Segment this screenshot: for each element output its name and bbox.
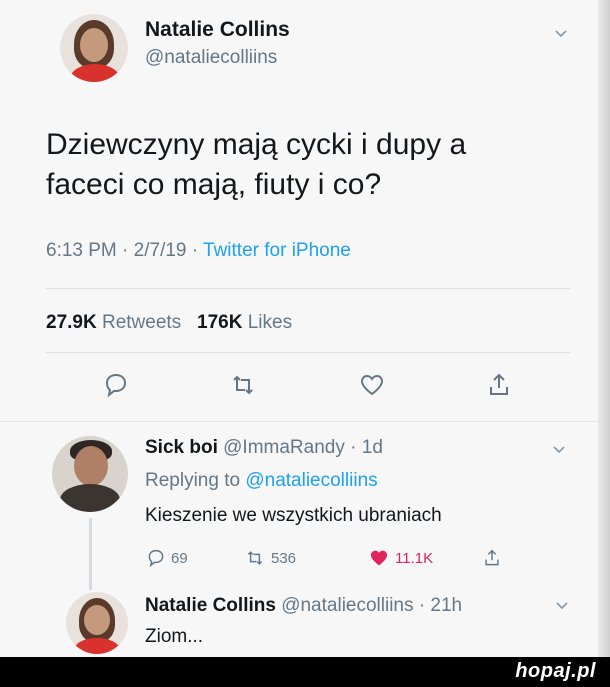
reply-author-name[interactable]: Natalie Collins: [145, 595, 276, 616]
meta-dot: ·: [413, 595, 431, 616]
reply-avatar[interactable]: [66, 592, 128, 654]
avatar-face: [84, 605, 110, 635]
reply-author[interactable]: Sick boi @ImmaRandy · 1d: [145, 437, 383, 459]
tweet-source[interactable]: Twitter for iPhone: [203, 240, 351, 261]
tweet-text-line-1: Dziewczyny mają cycki i dupy a: [46, 128, 467, 161]
avatar-shirt: [60, 484, 120, 512]
likes-count[interactable]: 176K: [197, 312, 242, 333]
reply-count: 69: [171, 549, 188, 567]
avatar-shirt: [74, 638, 120, 654]
reply-text: Kieszenie we wszystkich ubraniach: [145, 505, 442, 526]
tweet-time[interactable]: 6:13 PM: [46, 240, 117, 261]
tweet-card: Natalie Collins @nataliecolliins Dziewcz…: [0, 0, 610, 657]
tweet-stats: 27.9K Retweets 176K Likes: [46, 312, 292, 334]
avatar-face: [80, 28, 108, 62]
retweet-icon[interactable]: [228, 370, 258, 400]
share-icon[interactable]: [484, 370, 514, 400]
meta-dot: ·: [122, 240, 134, 261]
reply-age[interactable]: 1d: [362, 437, 383, 458]
card-edge: [598, 0, 610, 657]
reply-count-action[interactable]: 69: [145, 547, 188, 569]
chevron-down-icon[interactable]: [555, 598, 569, 612]
meta-dot: ·: [344, 437, 362, 458]
reply-author-handle[interactable]: @nataliecolliins: [281, 595, 413, 616]
author-name[interactable]: Natalie Collins: [145, 18, 290, 42]
reply-author-handle[interactable]: @ImmaRandy: [223, 437, 345, 458]
tweet-date[interactable]: 2/7/19: [134, 240, 187, 261]
like-count: 11.1K: [395, 549, 434, 567]
retweet-count-action[interactable]: 536: [243, 547, 296, 569]
replying-prefix: Replying to: [145, 470, 241, 491]
reply-avatar[interactable]: [52, 436, 128, 512]
share-icon: [485, 549, 499, 566]
divider: [46, 352, 570, 353]
author-avatar[interactable]: [60, 14, 128, 82]
share-action[interactable]: [481, 546, 503, 570]
retweets-count[interactable]: 27.9K: [46, 312, 97, 333]
tweet-text-line-2: faceci co mają, fiuty i co?: [46, 168, 382, 201]
reply-icon[interactable]: [101, 370, 131, 400]
divider: [46, 288, 570, 289]
reply-text: Ziom...: [145, 626, 204, 647]
replying-handle[interactable]: @nataliecolliins: [245, 470, 377, 491]
retweets-label[interactable]: Retweets: [102, 312, 181, 333]
like-icon[interactable]: [357, 370, 387, 400]
retweet-count: 536: [271, 549, 297, 567]
avatar-shirt: [70, 64, 120, 82]
watermark-logo: hopaj.pl: [515, 660, 596, 682]
tweet-text: Dziewczyny mają cycki i dupy a faceci co…: [46, 125, 566, 205]
chevron-down-icon[interactable]: [554, 26, 568, 40]
author-handle[interactable]: @nataliecolliins: [145, 47, 277, 69]
chevron-down-icon[interactable]: [552, 442, 566, 456]
reply-age[interactable]: 21h: [430, 595, 462, 616]
like-count-action[interactable]: 11.1K: [367, 547, 433, 569]
tweet-meta: 6:13 PM · 2/7/19 · Twitter for iPhone: [46, 240, 351, 262]
reply-author-name[interactable]: Sick boi: [145, 437, 218, 458]
watermark-bar: hopaj.pl: [0, 657, 610, 687]
avatar-face: [74, 446, 108, 486]
reply-icon: [148, 549, 164, 568]
divider: [0, 421, 598, 422]
like-filled-icon: [370, 550, 388, 566]
replying-to: Replying to @nataliecolliins: [145, 470, 378, 492]
likes-label[interactable]: Likes: [248, 312, 292, 333]
reply-author[interactable]: Natalie Collins @nataliecolliins · 21h: [145, 595, 462, 617]
meta-dot: ·: [191, 240, 204, 261]
retweet-icon: [247, 551, 263, 565]
thread-line: [89, 518, 92, 590]
